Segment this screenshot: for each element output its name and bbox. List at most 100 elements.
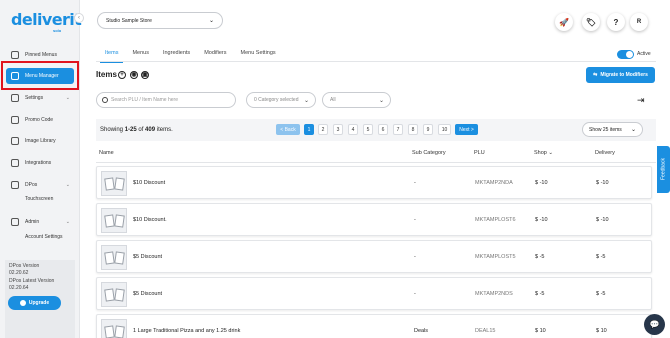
item-plu: DEAL15 — [475, 328, 496, 334]
link-icon — [11, 159, 19, 167]
search-input[interactable]: Search PLU / Item Name here — [96, 92, 236, 108]
item-image — [101, 245, 127, 270]
upgrade-icon — [19, 300, 26, 306]
item-image — [101, 208, 127, 233]
feedback-tab[interactable]: Feedback — [657, 146, 670, 193]
item-sub-category: - — [414, 291, 416, 297]
sidebar-item-dpos[interactable]: DPos ⌄ — [6, 177, 74, 193]
export-icon[interactable]: ⇥ — [637, 95, 649, 105]
logo-sub: solo — [53, 28, 62, 33]
tabs-divider — [96, 61, 656, 62]
page-10-button[interactable]: 10 — [438, 124, 451, 135]
table-row[interactable]: $5 Discount - MKTAMP2NDS $ -5 $ -5 — [96, 277, 652, 310]
item-sub-category: - — [414, 254, 416, 260]
tag-button[interactable]: 🏷 — [582, 13, 600, 31]
item-delivery-price: $ -5 — [596, 291, 606, 297]
rocket-icon: 🚀 — [559, 17, 569, 27]
sidebar-subitem-touchscreen[interactable]: Touchscreen — [25, 196, 53, 202]
pin-icon — [11, 51, 19, 59]
user-icon — [11, 218, 19, 226]
category-select[interactable]: 0 Category selected ⌄ — [246, 92, 316, 108]
pagination-bar: Showing 1-25 of 409 items. < Back 1 2 3 … — [96, 119, 656, 141]
chevron-down-icon: ⌄ — [65, 219, 70, 225]
page-2-button[interactable]: 2 — [318, 124, 328, 135]
store-select[interactable]: Studio Sample Store ⌄ — [97, 12, 223, 29]
item-sub-category: Deals — [414, 328, 429, 334]
page-6-button[interactable]: 6 — [378, 124, 388, 135]
column-header-delivery[interactable]: Delivery — [595, 150, 615, 156]
migrate-label: Migrate to Modifiers — [600, 72, 648, 78]
chevron-down-icon: ⌄ — [208, 18, 214, 24]
page-3-button[interactable]: 3 — [333, 124, 343, 135]
sidebar-item-label: Integrations — [25, 160, 52, 166]
item-plu: MKTAMPLOST5 — [475, 254, 516, 260]
next-button[interactable]: Next > — [455, 124, 478, 135]
avatar[interactable]: R — [630, 13, 648, 31]
per-page-value: Show 25 items — [589, 126, 622, 133]
chat-button[interactable]: 💬 — [644, 314, 665, 335]
page-1-button[interactable]: 1 — [304, 124, 314, 135]
sidebar-item-promo-code[interactable]: Promo Code — [6, 112, 74, 128]
category-value: 0 Category selected — [254, 97, 299, 103]
showing-prefix: Showing — [100, 127, 125, 133]
sidebar: deliverit solo ‹ Pinned Menus Menu Manag… — [0, 0, 84, 338]
item-shop-price: $ -10 — [535, 180, 548, 186]
item-delivery-price: $ -10 — [596, 217, 609, 223]
tag-icon: 🏷 — [585, 17, 597, 27]
upgrade-label: Upgrade — [28, 300, 50, 306]
page-7-button[interactable]: 7 — [393, 124, 403, 135]
migrate-to-modifiers-button[interactable]: ⇆ Migrate to Modifiers — [586, 67, 655, 83]
item-image — [101, 282, 127, 307]
item-name: $5 Discount — [133, 254, 163, 260]
type-select[interactable]: All ⌄ — [322, 92, 391, 108]
column-header-name[interactable]: Name — [99, 150, 114, 156]
sidebar-item-label: Promo Code — [25, 117, 54, 123]
showing-range: 1-25 — [124, 127, 137, 133]
showing-of: of — [136, 127, 146, 133]
column-header-sub-category[interactable]: Sub Category — [412, 150, 446, 156]
page-title: Items — [96, 70, 117, 79]
page-9-button[interactable]: 9 — [423, 124, 433, 135]
page-4-button[interactable]: 4 — [348, 124, 358, 135]
page-8-button[interactable]: 8 — [408, 124, 418, 135]
sidebar-item-label: Pinned Menus — [25, 52, 57, 58]
active-toggle[interactable] — [617, 50, 634, 59]
back-button[interactable]: < Back — [276, 124, 300, 135]
type-value: All — [330, 97, 336, 103]
upgrade-button[interactable]: Upgrade — [8, 296, 61, 310]
column-header-plu[interactable]: PLU — [474, 150, 485, 156]
dpos-version-value: 02.20.62 — [9, 270, 29, 276]
sidebar-item-settings[interactable]: Settings ⌄ — [6, 90, 74, 106]
column-header-shop[interactable]: Shop ⌄ — [534, 150, 553, 156]
sync-icon[interactable]: ◉ — [130, 71, 138, 79]
item-image — [101, 171, 127, 196]
add-item-icon[interactable]: + — [118, 71, 126, 79]
item-plu: MKTAMPLOST6 — [475, 217, 516, 223]
dpos-version-label: DPos Version — [9, 263, 40, 269]
sidebar-item-integrations[interactable]: Integrations — [6, 155, 74, 171]
table-row[interactable]: $10 Discount. - MKTAMPLOST6 $ -10 $ -10 — [96, 203, 652, 236]
table-row[interactable]: $5 Discount - MKTAMPLOST5 $ -5 $ -5 — [96, 240, 652, 273]
showing-total: 409 — [145, 127, 156, 133]
per-page-select[interactable]: Show 25 items ⌄ — [582, 122, 643, 137]
sidebar-item-image-library[interactable]: Image Library — [6, 133, 74, 149]
chevron-down-icon: ⌄ — [65, 182, 70, 188]
table-row[interactable]: $10 Discount - MKTAMP2NDA $ -10 $ -10 — [96, 166, 652, 199]
sidebar-item-admin[interactable]: Admin ⌄ — [6, 214, 74, 230]
active-toggle-label: Active — [637, 51, 651, 57]
collapse-sidebar-button[interactable]: ‹ — [74, 13, 84, 23]
sidebar-item-label: Settings — [25, 95, 44, 101]
help-button[interactable]: ? — [607, 13, 625, 31]
item-plu: MKTAMP2NDA — [475, 180, 513, 186]
rocket-button[interactable]: 🚀 — [555, 13, 573, 31]
item-shop-price: $ -5 — [535, 254, 545, 260]
chevron-down-icon: ⌄ — [303, 98, 309, 104]
page-5-button[interactable]: 5 — [363, 124, 373, 135]
item-delivery-price: $ -5 — [596, 254, 606, 260]
archive-icon[interactable]: ▣ — [141, 71, 149, 79]
chevron-down-icon: ⌄ — [65, 95, 70, 101]
logo[interactable]: deliverit — [11, 10, 82, 29]
search-icon — [102, 97, 108, 103]
table-row[interactable]: 1 Large Traditional Pizza and any 1.25 d… — [96, 314, 652, 338]
sidebar-subitem-account-settings[interactable]: Account Settings — [25, 234, 63, 240]
